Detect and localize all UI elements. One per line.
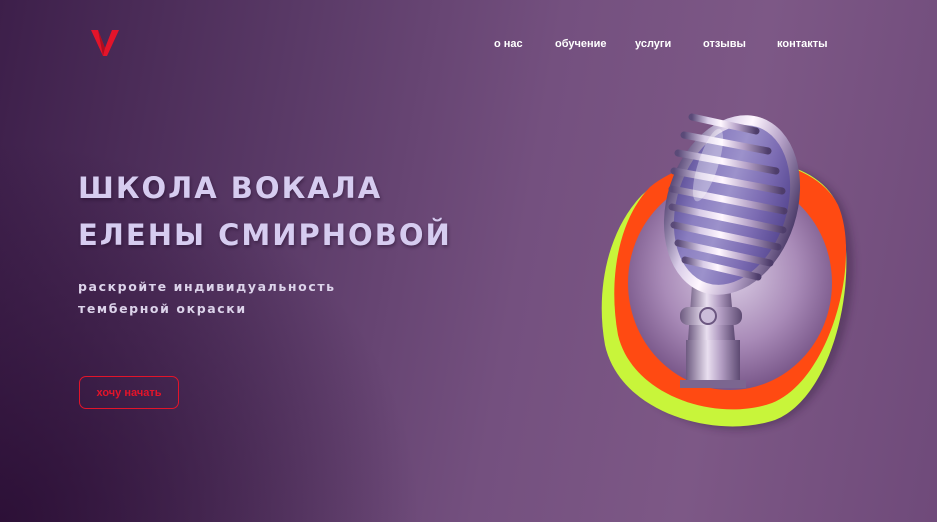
nav-item-training[interactable]: обучение bbox=[555, 38, 607, 50]
hero-subtitle: раскройте индивидуальность темберной окр… bbox=[78, 276, 336, 320]
nav-item-services[interactable]: услуги bbox=[635, 38, 671, 50]
nav-item-contacts[interactable]: контакты bbox=[777, 38, 828, 50]
hero-illustration bbox=[580, 95, 870, 440]
main-nav: о нас обучение услуги отзывы контакты bbox=[0, 38, 937, 54]
hero-subtitle-line-1: раскройте индивидуальность bbox=[78, 279, 336, 294]
nav-item-about[interactable]: о нас bbox=[494, 38, 523, 50]
hero-title-line-1: ШКОЛА ВОКАЛА bbox=[78, 171, 383, 205]
hero-title-line-2: ЕЛЕНЫ СМИРНОВОЙ bbox=[78, 218, 452, 252]
start-button[interactable]: хочу начать bbox=[79, 376, 179, 409]
hero-title: ШКОЛА ВОКАЛА ЕЛЕНЫ СМИРНОВОЙ bbox=[78, 165, 452, 259]
hero-subtitle-line-2: темберной окраски bbox=[78, 301, 247, 316]
microphone-icon bbox=[601, 113, 854, 430]
nav-item-reviews[interactable]: отзывы bbox=[703, 38, 746, 50]
